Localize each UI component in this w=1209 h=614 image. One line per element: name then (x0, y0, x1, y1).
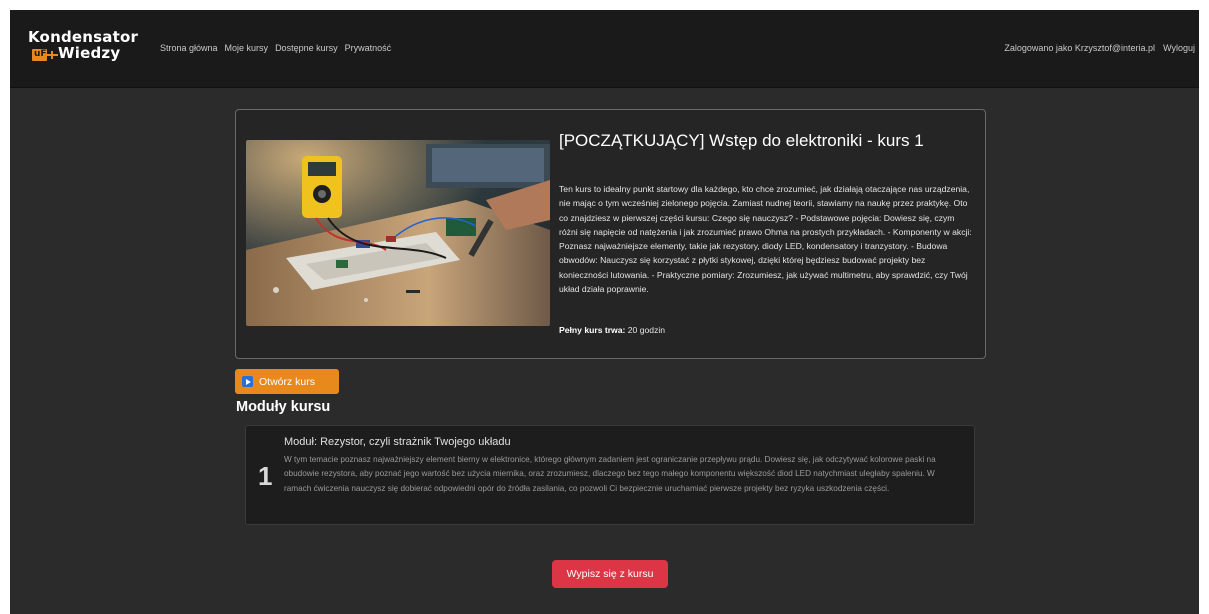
module-number: 1 (258, 461, 273, 491)
brand-badge: uF (34, 49, 47, 59)
module-card[interactable]: 1 Moduł: Rezystor, czyli strażnik Twojeg… (245, 425, 975, 525)
module-description: W tym temacie poznasz najważniejszy elem… (284, 455, 936, 493)
logout-link[interactable]: Wyloguj (1163, 43, 1195, 53)
duration-value: 20 godzin (627, 325, 666, 335)
play-icon (242, 376, 253, 387)
open-course-label: Otwórz kurs (259, 375, 316, 388)
nav-link-privacy[interactable]: Prywatność (345, 43, 392, 53)
course-card: [POCZĄTKUJĄCY] Wstęp do elektroniki - ku… (235, 109, 986, 359)
nav-link-home[interactable]: Strona główna (160, 43, 218, 53)
duration-label: Pełny kurs trwa: (559, 325, 626, 335)
course-duration: Pełny kurs trwa: 20 godzin (559, 325, 665, 335)
open-course-button[interactable]: Otwórz kurs (235, 369, 339, 394)
brand-logo[interactable]: Kondensator uF Wiedzy (26, 28, 138, 70)
electronics-workbench-illustration (246, 140, 550, 326)
course-image (246, 140, 550, 326)
unenroll-button[interactable]: Wypisz się z kursu (552, 560, 668, 588)
app-frame: Kondensator uF Wiedzy Strona główna Moje… (10, 10, 1199, 614)
navbar: Kondensator uF Wiedzy Strona główna Moje… (10, 10, 1199, 88)
nav-link-available-courses[interactable]: Dostępne kursy (275, 43, 338, 53)
module-title: Moduł: Rezystor, czyli strażnik Twojego … (284, 436, 511, 448)
brand-line-2: Wiedzy (58, 44, 121, 62)
logged-in-label: Zalogowano jako Krzysztof@interia.pl (1004, 43, 1156, 53)
course-description: Ten kurs to idealny punkt startowy dla k… (559, 184, 972, 295)
nav-link-my-courses[interactable]: Moje kursy (225, 43, 269, 53)
modules-heading: Moduły kursu (236, 399, 331, 415)
nav-links: Strona główna Moje kursy Dostępne kursy … (160, 43, 391, 53)
nav-user-area: Zalogowano jako Krzysztof@interia.pl Wyl… (1004, 43, 1195, 53)
course-title: [POCZĄTKUJĄCY] Wstęp do elektroniki - ku… (559, 131, 924, 150)
